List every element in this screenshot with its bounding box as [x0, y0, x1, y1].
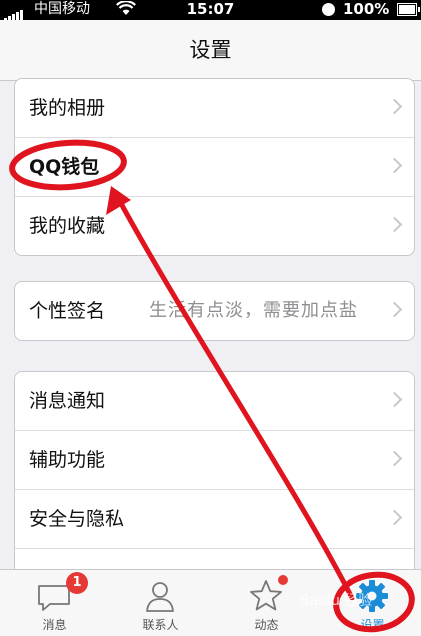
rotation-lock-icon	[322, 3, 335, 16]
row-label: 辅助功能	[29, 449, 106, 471]
settings-row-qq-wallet[interactable]: QQ钱包	[15, 137, 414, 196]
battery-percent: 100%	[343, 0, 390, 18]
tab-settings[interactable]: 设置	[320, 570, 421, 636]
chevron-right-icon	[386, 450, 403, 467]
chevron-right-icon	[386, 98, 403, 115]
chevron-right-icon	[386, 509, 403, 526]
status-bar: 中国移动 15:07 100%	[0, 0, 421, 22]
tab-label: 设置	[360, 618, 385, 632]
settings-group-general: 消息通知 辅助功能 安全与隐私	[14, 371, 415, 583]
settings-row-accessibility[interactable]: 辅助功能	[15, 430, 414, 489]
navigation-bar: 设置	[0, 20, 421, 81]
tab-messages[interactable]: 1 消息	[2, 570, 107, 636]
contact-person-icon	[142, 578, 178, 614]
row-label: 我的相册	[29, 97, 106, 119]
chevron-right-icon	[386, 301, 403, 318]
unread-badge: 1	[66, 572, 88, 594]
row-label: 消息通知	[29, 390, 106, 412]
page-title: 设置	[189, 38, 232, 62]
row-label: 安全与隐私	[29, 508, 125, 530]
tab-label: 联系人	[142, 618, 179, 632]
settings-row-notifications[interactable]: 消息通知	[15, 372, 414, 430]
row-label: QQ钱包	[29, 156, 100, 178]
chevron-right-icon	[386, 391, 403, 408]
settings-group-signature: 个性签名 生活有点淡，需要加点盐	[14, 281, 415, 341]
settings-row-signature[interactable]: 个性签名 生活有点淡，需要加点盐	[15, 282, 414, 340]
tab-feed[interactable]: 动态	[214, 570, 319, 636]
tab-bar: 1 消息 联系人 动态 设置	[0, 569, 421, 636]
gear-icon	[354, 578, 390, 614]
chevron-right-icon	[386, 216, 403, 233]
row-label: 我的收藏	[29, 215, 106, 237]
tab-label: 消息	[42, 618, 67, 632]
settings-row-privacy[interactable]: 安全与隐私	[15, 489, 414, 548]
signature-value: 生活有点淡，需要加点盐	[149, 300, 358, 321]
tab-contacts[interactable]: 联系人	[108, 570, 213, 636]
new-activity-dot	[278, 575, 288, 585]
row-label: 个性签名	[29, 300, 106, 322]
tab-label: 动态	[254, 618, 279, 632]
settings-row-favorites[interactable]: 我的收藏	[15, 196, 414, 255]
settings-row-album[interactable]: 我的相册	[15, 79, 414, 137]
battery-icon	[397, 3, 420, 16]
settings-group-account: 我的相册 QQ钱包 我的收藏	[14, 78, 415, 256]
chevron-right-icon	[386, 157, 403, 174]
